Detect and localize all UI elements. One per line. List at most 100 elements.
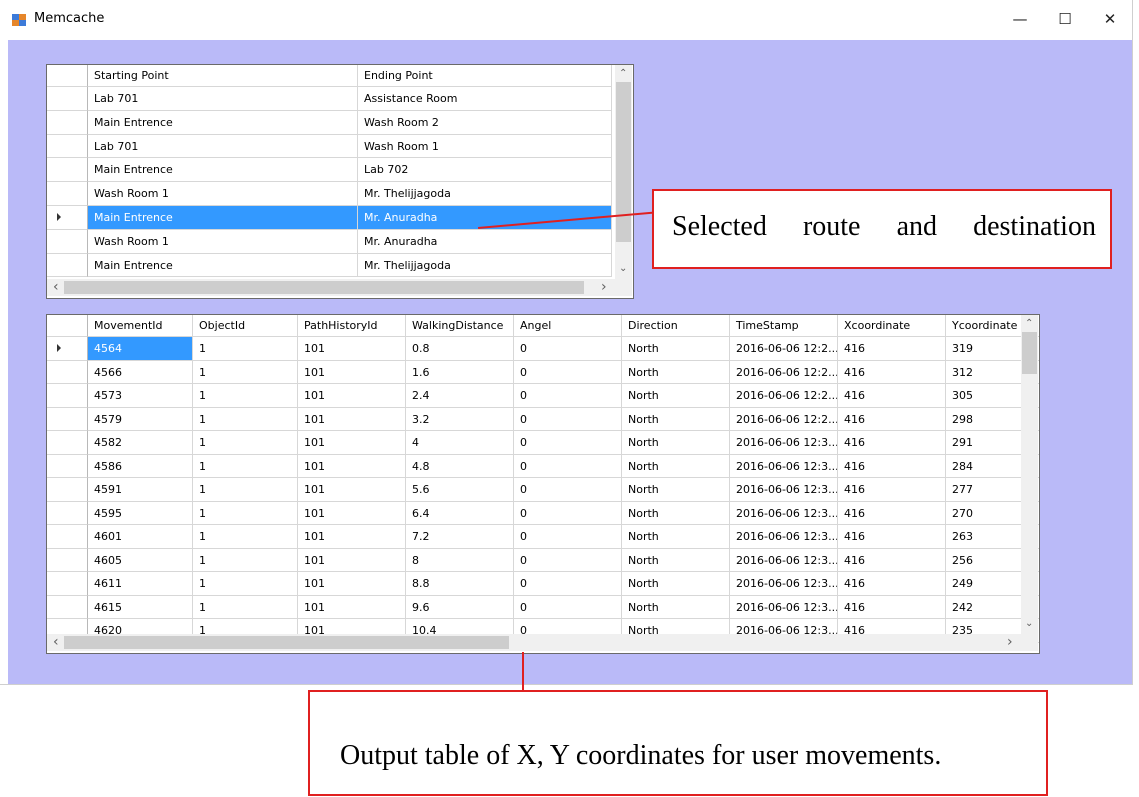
table-cell[interactable]: North [622, 548, 730, 572]
table-cell[interactable]: North [622, 454, 730, 478]
table-cell[interactable]: 4 [406, 431, 514, 455]
table-cell[interactable]: 101 [298, 595, 406, 619]
table-cell[interactable]: 1 [193, 595, 298, 619]
table-row[interactable]: 4611 1 101 8.8 0 North 2016-06-06 12:3... 416 24… [47, 572, 1039, 596]
table-cell[interactable]: Main Entrence [88, 158, 358, 183]
table-cell[interactable]: 4.8 [406, 454, 514, 478]
row-header[interactable] [47, 229, 88, 254]
table-row[interactable]: 4566 1 101 1.6 0 North 2016-06-06 12:2... 416 31… [47, 360, 1039, 384]
table-row[interactable]: 4564 1 101 0.8 0 North 2016-06-06 12:2... 416 31… [47, 337, 1039, 361]
table-row[interactable]: 4582 1 101 4 0 North 2016-06-06 12:3... 416 291 [47, 431, 1039, 455]
table-cell[interactable]: 0 [514, 407, 622, 431]
table-cell[interactable]: 416 [838, 407, 946, 431]
table-cell[interactable]: 0 [514, 360, 622, 384]
row-header[interactable] [47, 182, 88, 206]
table-cell[interactable]: 416 [838, 548, 946, 572]
table-cell[interactable]: North [622, 431, 730, 455]
table-cell[interactable]: North [622, 337, 730, 361]
table-cell[interactable]: 1 [193, 478, 298, 502]
table-cell[interactable]: 4601 [88, 525, 193, 549]
table-cell[interactable]: 0.8 [406, 337, 514, 361]
row-header[interactable] [47, 525, 88, 549]
table-cell[interactable]: 101 [298, 525, 406, 549]
table-cell[interactable]: 101 [298, 384, 406, 408]
table-cell[interactable]: 0 [514, 431, 622, 455]
table-cell[interactable]: 101 [298, 501, 406, 525]
row-header[interactable] [47, 360, 88, 384]
table-cell[interactable]: 2016-06-06 12:2... [730, 384, 838, 408]
table-cell[interactable]: 4595 [88, 501, 193, 525]
table-row[interactable]: Lab 701 Assistance Room [47, 87, 612, 111]
table-row[interactable]: Main Entrence Mr. Anuradha [47, 206, 612, 230]
table-cell[interactable]: Wash Room 1 [358, 134, 612, 159]
movements-grid[interactable]: MovementId ObjectId PathHistoryId WalkingDi… [46, 314, 1040, 654]
row-header[interactable] [47, 454, 88, 478]
horizontal-scroll-thumb[interactable] [64, 281, 584, 294]
column-header[interactable]: Ending Point [358, 65, 612, 87]
table-row[interactable]: 4579 1 101 3.2 0 North 2016-06-06 12:2... 416 29… [47, 407, 1039, 431]
table-row[interactable]: Main Entrence Lab 702 [47, 158, 612, 183]
table-row[interactable]: 4601 1 101 7.2 0 North 2016-06-06 12:3... 416 26… [47, 525, 1039, 549]
column-header[interactable]: Starting Point [88, 65, 358, 87]
table-cell[interactable]: 8 [406, 548, 514, 572]
table-cell[interactable]: 0 [514, 572, 622, 596]
routes-grid[interactable]: Starting Point Ending Point Lab 701 Assista… [46, 64, 634, 299]
table-cell[interactable]: 1 [193, 572, 298, 596]
horizontal-scroll-thumb[interactable] [64, 636, 509, 649]
table-cell[interactable]: North [622, 501, 730, 525]
scroll-left-icon[interactable]: ‹ [53, 280, 59, 294]
table-cell[interactable]: North [622, 595, 730, 619]
table-cell[interactable]: 0 [514, 454, 622, 478]
table-cell[interactable]: 3.2 [406, 407, 514, 431]
row-header[interactable] [47, 501, 88, 525]
table-cell[interactable]: 4615 [88, 595, 193, 619]
table-cell[interactable]: 8.8 [406, 572, 514, 596]
scroll-right-icon[interactable]: › [1007, 635, 1013, 649]
table-row[interactable]: 4605 1 101 8 0 North 2016-06-06 12:3... 416 256 [47, 548, 1039, 572]
table-cell[interactable]: 416 [838, 501, 946, 525]
vertical-scroll-thumb[interactable] [1022, 332, 1037, 374]
table-cell[interactable]: 4582 [88, 431, 193, 455]
table-cell[interactable]: 0 [514, 384, 622, 408]
table-cell[interactable]: 9.6 [406, 595, 514, 619]
table-cell[interactable]: Wash Room 1 [88, 182, 358, 206]
table-cell[interactable]: 1.6 [406, 360, 514, 384]
table-cell[interactable]: 1 [193, 337, 298, 361]
table-row[interactable]: 4573 1 101 2.4 0 North 2016-06-06 12:2... 416 30… [47, 384, 1039, 408]
table-cell[interactable]: 1 [193, 407, 298, 431]
table-row[interactable]: 4595 1 101 6.4 0 North 2016-06-06 12:3... 416 27… [47, 501, 1039, 525]
horizontal-scrollbar[interactable]: ‹ › [47, 634, 1021, 651]
row-header[interactable] [47, 337, 88, 361]
table-row[interactable]: 4586 1 101 4.8 0 North 2016-06-06 12:3... 416 28… [47, 454, 1039, 478]
column-header[interactable]: Angel [514, 315, 622, 337]
column-header[interactable]: MovementId [88, 315, 193, 337]
table-cell[interactable]: 4605 [88, 548, 193, 572]
maximize-button[interactable]: ☐ [1045, 4, 1085, 34]
table-cell[interactable]: 5.6 [406, 478, 514, 502]
table-cell[interactable]: Assistance Room [358, 87, 612, 111]
close-button[interactable]: ✕ [1090, 4, 1130, 34]
table-cell[interactable]: 0 [514, 595, 622, 619]
table-cell[interactable]: 101 [298, 337, 406, 361]
row-header[interactable] [47, 431, 88, 455]
row-header[interactable] [47, 158, 88, 183]
table-cell[interactable]: 1 [193, 548, 298, 572]
column-header[interactable]: TimeStamp [730, 315, 838, 337]
table-cell[interactable]: 4566 [88, 360, 193, 384]
table-cell[interactable]: North [622, 407, 730, 431]
row-header[interactable] [47, 595, 88, 619]
table-row[interactable]: Main Entrence Wash Room 2 [47, 110, 612, 135]
table-cell[interactable]: 4611 [88, 572, 193, 596]
row-header[interactable] [47, 548, 88, 572]
table-cell[interactable]: 1 [193, 525, 298, 549]
scroll-right-icon[interactable]: › [601, 280, 607, 294]
table-cell[interactable]: 416 [838, 360, 946, 384]
scroll-down-icon[interactable]: ⌄ [619, 263, 627, 275]
table-cell[interactable]: Lab 701 [88, 87, 358, 111]
row-header[interactable] [47, 87, 88, 111]
table-cell[interactable]: Main Entrence [88, 206, 358, 230]
column-header[interactable]: PathHistoryId [298, 315, 406, 337]
table-cell[interactable]: Wash Room 2 [358, 110, 612, 135]
table-row[interactable]: Wash Room 1 Mr. Anuradha [47, 229, 612, 254]
table-cell[interactable]: 1 [193, 454, 298, 478]
